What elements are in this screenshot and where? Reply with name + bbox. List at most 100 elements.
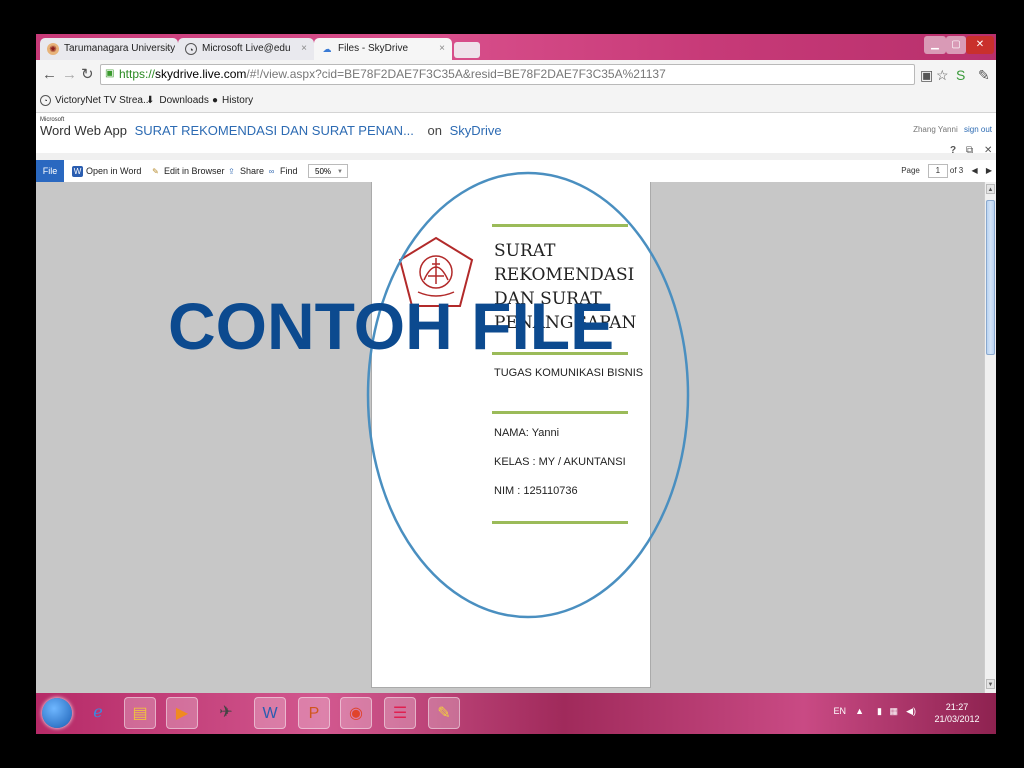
share-button[interactable]: ⇪ Share [226,160,264,182]
network-tool-icon[interactable]: ✈ [210,697,242,729]
user-area: Zhang Yanni sign out [913,125,992,134]
overlay-caption: CONTOH FILE [168,289,615,363]
new-tab-button[interactable] [454,42,480,58]
wireless-icon[interactable]: ☰ [384,697,416,729]
page-number-input[interactable]: 1 [927,163,948,178]
minimize-button[interactable]: ▁ [924,36,946,54]
tab-microsoft-live[interactable]: ◔ Microsoft Live@edu × [178,38,314,60]
scroll-down-icon[interactable]: ▼ [986,679,995,689]
accent-divider [492,521,628,524]
bookmark-history[interactable]: ● History [212,90,253,112]
tab-close-icon[interactable]: × [439,38,445,60]
edit-in-browser-button[interactable]: ✎ Edit in Browser [150,160,224,182]
browser-tab-strip: ✺ Tarumanagara University × ◔ Microsoft … [36,34,996,60]
document-canvas[interactable]: SURAT REKOMENDASI DAN SURAT PENANGGAPAN … [36,182,984,693]
document-page: SURAT REKOMENDASI DAN SURAT PENANGGAPAN … [371,182,651,688]
find-button[interactable]: ∞ Find [266,160,298,182]
tab-close-icon[interactable]: × [301,38,307,60]
windows-taskbar: ℯ ▤ ▶ ✈ W P ◉ ☰ ✎ EN ▲ ▮ ▦ ◀) 21:27 21/0… [36,693,996,734]
ribbon-toolbar: File W Open in Word ✎ Edit in Browser ⇪ Sha… [36,160,996,183]
media-player-icon[interactable]: ▶ [166,697,198,729]
paint-icon[interactable]: ✎ [428,697,460,729]
skydrive-link[interactable]: SkyDrive [450,123,502,138]
download-arrow-icon: ⬇ [146,95,155,106]
zoom-select[interactable]: 50% ▼ [308,164,348,178]
volume-icon[interactable]: ◀) [906,706,916,717]
tab-close-icon[interactable]: × [165,38,171,60]
user-name: Zhang Yanni [913,125,958,134]
tab-label: Microsoft Live@edu [202,43,291,54]
open-in-word-button[interactable]: W Open in Word [72,160,141,182]
app-title: Word Web App SURAT REKOMENDASI DAN SURAT… [40,122,502,140]
lock-icon: ▣ [105,68,115,79]
clock-date: 21/03/2012 [934,714,980,724]
back-arrow-icon[interactable]: ← [42,66,57,84]
window-close-button[interactable]: ✕ [966,36,994,54]
url-input[interactable]: ▣ https://skydrive.live.com/#!/view.aspx… [100,64,915,85]
previous-page-icon[interactable]: ◀ [971,166,977,175]
file-tab[interactable]: File [36,160,64,182]
chevron-down-icon: ▼ [337,169,343,175]
tab-label: Tarumanagara University [64,43,176,54]
clock-time: 21:27 [945,702,969,712]
clock[interactable]: 21:27 21/03/2012 [932,701,982,725]
language-indicator[interactable]: EN [833,706,846,716]
victorynet-icon: ◔ [40,94,51,106]
product-name: Word Web App [40,123,127,138]
bookmarks-bar: ◔ VictoryNet TV Strea... ⬇ Downloads ● Hist… [36,90,996,113]
tab-tarumanagara[interactable]: ✺ Tarumanagara University × [40,38,178,60]
popout-icon[interactable]: ⧉ [966,145,973,157]
page-action-icon[interactable]: ▣ [920,67,933,83]
page-label: Page [901,166,920,175]
page-total: of 3 [949,166,964,175]
word-icon: W [72,166,83,178]
accent-divider [492,224,628,227]
url-scheme: https:// [119,67,156,81]
wrench-menu-icon[interactable]: ✎ [978,67,990,83]
document-title-link[interactable]: SURAT REKOMENDASI DAN SURAT PENAN... [135,123,414,138]
document-subtitle: TUGAS KOMUNIKASI BISNIS [494,367,644,379]
network-icon[interactable]: ▦ [889,706,898,717]
student-nim: NIM : 125110736 [494,485,578,497]
scrollbar-thumb[interactable] [986,200,995,355]
student-name: NAMA: Yanni [494,427,560,439]
vertical-scrollbar[interactable]: ▲ ▼ [984,182,996,693]
student-class: KELAS : MY / AKUNTANSI [494,456,626,468]
address-bar: ← → ↻ ▣ https://skydrive.live.com/#!/vie… [36,60,996,90]
screen: ✺ Tarumanagara University × ◔ Microsoft … [36,34,996,734]
internet-explorer-icon[interactable]: ℯ [82,697,114,729]
page-navigator: Page 1 of 3 ◀ ▶ [901,160,992,182]
skydrive-icon: ☁ [322,44,332,54]
accent-divider [492,411,628,414]
close-icon[interactable]: ✕ [984,145,992,157]
chrome-icon[interactable]: ◉ [340,697,372,729]
live-icon: ◔ [185,43,197,55]
bookmark-victorynet[interactable]: ◔ VictoryNet TV Strea... [40,90,151,112]
file-explorer-icon[interactable]: ▤ [124,697,156,729]
tab-skydrive[interactable]: ☁ Files - SkyDrive × [314,38,452,60]
url-path: /#!/view.aspx?cid=BE78F2DAE7F3C35A&resid… [246,67,666,81]
reload-icon[interactable]: ↻ [81,66,94,84]
word-web-app-header: Microsoft Word Web App SURAT REKOMENDASI… [36,113,996,156]
help-icon[interactable]: ? [950,145,956,157]
bookmark-star-icon[interactable]: ☆ [936,67,949,83]
url-host: skydrive.live.com [155,67,247,81]
battery-icon[interactable]: ▮ [877,706,882,717]
sign-out-link[interactable]: sign out [964,125,992,134]
share-icon: ⇪ [228,167,235,177]
maximize-button[interactable]: ▢ [946,36,966,54]
forward-arrow-icon[interactable]: → [62,66,77,84]
start-button[interactable] [42,698,72,728]
clock-icon: ● [212,95,219,106]
bookmark-downloads[interactable]: ⬇ Downloads [146,90,209,112]
tray-expand-icon[interactable]: ▲ [855,706,864,716]
next-page-icon[interactable]: ▶ [986,166,992,175]
tab-label: Files - SkyDrive [338,43,409,54]
skype-extension-icon[interactable]: S [956,67,965,83]
scroll-up-icon[interactable]: ▲ [986,184,995,194]
on-label: on [427,123,442,138]
powerpoint-icon[interactable]: P [298,697,330,729]
word-icon[interactable]: W [254,697,286,729]
university-seal-icon: ✺ [47,43,59,55]
edit-pencil-icon: ✎ [152,167,159,177]
